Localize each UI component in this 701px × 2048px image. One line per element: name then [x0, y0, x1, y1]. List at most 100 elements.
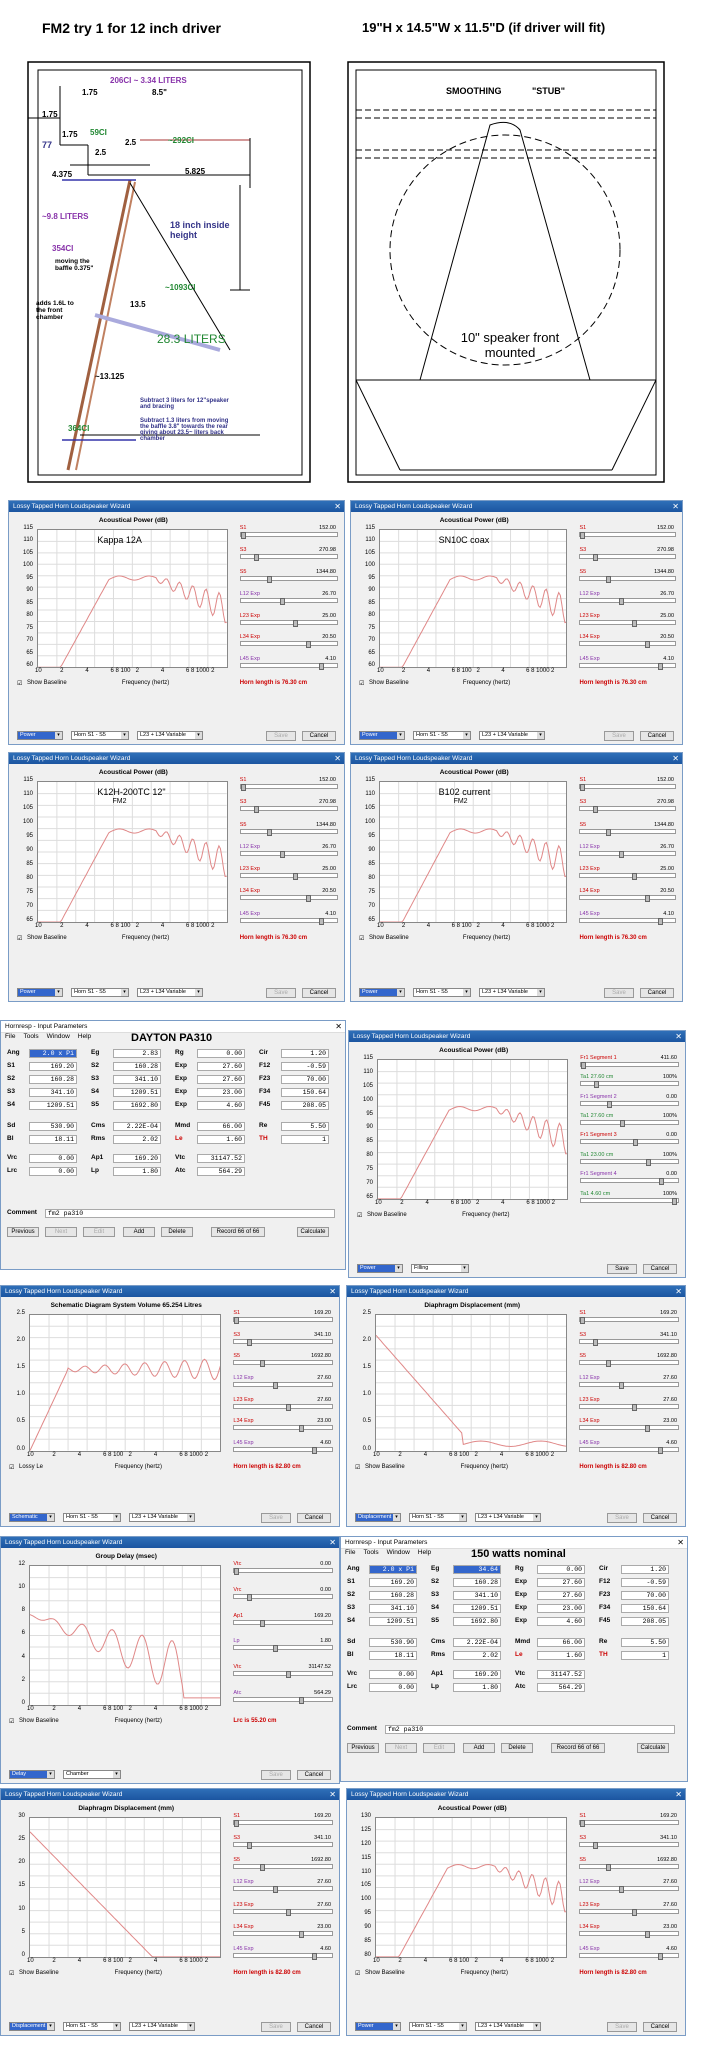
- mode-select[interactable]: Delay ▾: [9, 1770, 55, 1779]
- cancel-button[interactable]: Cancel: [297, 2022, 331, 2032]
- show-baseline-checkbox[interactable]: ☑: [9, 1464, 14, 1471]
- param-input[interactable]: 5.50: [621, 1638, 669, 1647]
- param-slider[interactable]: [580, 1139, 679, 1147]
- param-slider[interactable]: [579, 1403, 679, 1411]
- param-slider[interactable]: [579, 784, 676, 791]
- slider-thumb[interactable]: [253, 806, 259, 814]
- show-baseline-checkbox[interactable]: ☑: [359, 935, 364, 942]
- param-slider[interactable]: [239, 828, 338, 836]
- slider-thumb[interactable]: [580, 1820, 586, 1827]
- param-slider[interactable]: [579, 1820, 679, 1827]
- param-slider[interactable]: [579, 1908, 679, 1916]
- param-slider[interactable]: [239, 895, 338, 903]
- param-input[interactable]: 160.28: [113, 1062, 161, 1071]
- slider-thumb[interactable]: [260, 1619, 266, 1627]
- param-input[interactable]: 66.00: [197, 1122, 245, 1131]
- save-button[interactable]: Save: [266, 988, 296, 998]
- slider-thumb[interactable]: [279, 850, 285, 858]
- param-slider[interactable]: [580, 1120, 679, 1128]
- slider-thumb[interactable]: [632, 1908, 638, 1916]
- show-baseline-checkbox[interactable]: ☑: [355, 1970, 360, 1977]
- param-slider[interactable]: [239, 619, 338, 627]
- slider-thumb[interactable]: [593, 1842, 599, 1850]
- slider-thumb[interactable]: [247, 1842, 253, 1850]
- mode-select[interactable]: Power ▾: [17, 731, 63, 740]
- param-slider[interactable]: [239, 806, 338, 814]
- param-input[interactable]: 1: [281, 1135, 329, 1144]
- slider-thumb[interactable]: [299, 1425, 305, 1433]
- slider-thumb[interactable]: [234, 1317, 240, 1324]
- cancel-button[interactable]: Cancel: [643, 1513, 677, 1523]
- param-slider[interactable]: [579, 1317, 679, 1324]
- slider-thumb[interactable]: [619, 850, 625, 858]
- slider-thumb[interactable]: [632, 1403, 638, 1411]
- comment-input[interactable]: fm2 pa310: [45, 1209, 335, 1218]
- menu-item[interactable]: File: [345, 1549, 355, 1556]
- show-baseline-checkbox[interactable]: ☑: [9, 1718, 14, 1725]
- param-slider[interactable]: [233, 1842, 333, 1850]
- param-input[interactable]: 1209.51: [369, 1617, 417, 1626]
- comment-input[interactable]: fm2 pa310: [385, 1725, 675, 1734]
- mode-select[interactable]: Power ▾: [17, 988, 63, 997]
- slider-thumb[interactable]: [260, 1864, 266, 1872]
- param-input[interactable]: 23.00: [197, 1088, 245, 1097]
- param-input[interactable]: 0.00: [197, 1049, 245, 1058]
- param-slider[interactable]: [233, 1338, 333, 1346]
- hornresp-button[interactable]: Record 66 of 66: [211, 1227, 265, 1237]
- variable-select[interactable]: L23 + L34 Variable ▾: [479, 731, 545, 740]
- param-input[interactable]: 27.60: [537, 1578, 585, 1587]
- param-input[interactable]: 1.60: [197, 1135, 245, 1144]
- hornresp-button[interactable]: Calculate: [637, 1743, 669, 1753]
- slider-thumb[interactable]: [658, 917, 664, 925]
- slider-thumb[interactable]: [672, 1197, 678, 1205]
- close-icon[interactable]: ✕: [675, 1031, 682, 1042]
- menu-item[interactable]: Help: [78, 1033, 91, 1040]
- param-input[interactable]: 0.00: [29, 1154, 77, 1163]
- slider-thumb[interactable]: [240, 532, 246, 539]
- param-slider[interactable]: [580, 1197, 679, 1205]
- param-slider[interactable]: [579, 1886, 679, 1894]
- param-slider[interactable]: [233, 1886, 333, 1894]
- slider-thumb[interactable]: [594, 1081, 600, 1089]
- save-button[interactable]: Save: [261, 2022, 291, 2032]
- param-input[interactable]: 169.20: [113, 1154, 161, 1163]
- param-slider[interactable]: [239, 784, 338, 791]
- hornresp-button[interactable]: Edit: [83, 1227, 115, 1237]
- param-slider[interactable]: [233, 1820, 333, 1827]
- param-slider[interactable]: [233, 1568, 333, 1575]
- param-input[interactable]: 1.60: [537, 1651, 585, 1660]
- show-baseline-checkbox[interactable]: ☑: [17, 935, 22, 942]
- horn-select[interactable]: Horn S1 - S5 ▾: [63, 2022, 121, 2031]
- param-slider[interactable]: [233, 1593, 333, 1601]
- param-slider[interactable]: [233, 1671, 333, 1679]
- param-input[interactable]: 31147.52: [197, 1154, 245, 1163]
- cancel-button[interactable]: Cancel: [640, 731, 674, 741]
- slider-thumb[interactable]: [645, 641, 651, 649]
- save-button[interactable]: Save: [607, 1264, 637, 1274]
- slider-thumb[interactable]: [312, 1446, 318, 1454]
- param-input[interactable]: 169.20: [29, 1062, 77, 1071]
- slider-thumb[interactable]: [318, 663, 324, 671]
- param-input[interactable]: 18.11: [369, 1651, 417, 1660]
- param-input[interactable]: 341.10: [453, 1591, 501, 1600]
- slider-thumb[interactable]: [247, 1338, 253, 1346]
- slider-thumb[interactable]: [659, 1178, 665, 1186]
- param-input[interactable]: 4.60: [537, 1617, 585, 1626]
- close-icon[interactable]: ✕: [672, 501, 679, 512]
- param-slider[interactable]: [239, 917, 338, 925]
- param-input[interactable]: 2.02: [453, 1651, 501, 1660]
- param-slider[interactable]: [579, 828, 676, 836]
- param-slider[interactable]: [579, 619, 676, 627]
- param-input[interactable]: 1692.80: [453, 1617, 501, 1626]
- slider-thumb[interactable]: [632, 873, 638, 881]
- param-slider[interactable]: [579, 1381, 679, 1389]
- slider-thumb[interactable]: [234, 1568, 240, 1575]
- hornresp-button[interactable]: Next: [385, 1743, 417, 1753]
- param-slider[interactable]: [579, 597, 676, 605]
- close-icon[interactable]: ✕: [675, 1286, 682, 1297]
- slider-thumb[interactable]: [273, 1886, 279, 1894]
- slider-thumb[interactable]: [266, 828, 272, 836]
- param-input[interactable]: 0.00: [369, 1670, 417, 1679]
- param-slider[interactable]: [579, 1952, 679, 1960]
- param-slider[interactable]: [579, 553, 676, 561]
